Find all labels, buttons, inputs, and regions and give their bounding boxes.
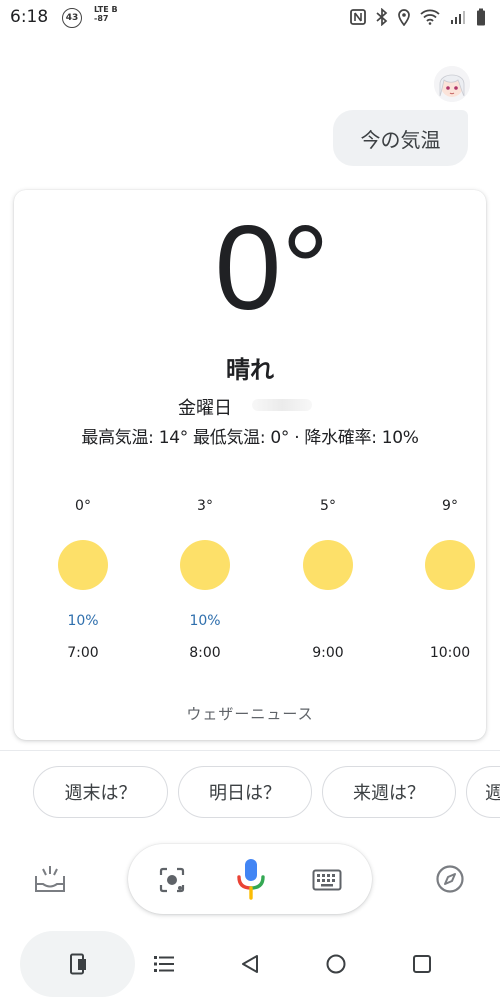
weather-day: 金曜日 (178, 398, 232, 419)
user-avatar[interactable] (434, 66, 470, 102)
hourly-temp: 3° (197, 498, 213, 514)
assistant-bar (0, 840, 500, 920)
suggestion-chip-weekend[interactable]: 週末は？ (33, 766, 168, 818)
assistant-input-pill (128, 844, 372, 914)
navigation-bar (0, 925, 500, 1000)
hourly-forecast: 0° 10% 7:00 3° 10% 8:00 5° 9:00 9° 10:00 (14, 498, 486, 668)
network-info: LTE B -87 (94, 5, 118, 23)
home-icon[interactable] (326, 954, 346, 974)
weather-source-link[interactable]: ウェザーニュース (14, 703, 486, 724)
weather-details: 最高気温: 14° 最低気温: 0° · 降水確率: 10% (81, 428, 419, 448)
hourly-item: 3° 10% 8:00 (160, 498, 250, 661)
phone-icon[interactable] (68, 953, 88, 975)
weather-condition: 晴れ (226, 356, 274, 384)
mic-icon[interactable] (236, 858, 266, 900)
hourly-time: 10:00 (429, 645, 471, 661)
hourly-temp: 5° (320, 498, 336, 514)
hourly-precip (283, 613, 373, 633)
user-query-bubble: 今の気温 (333, 110, 468, 166)
recents-icon[interactable] (412, 954, 432, 974)
network-type: LTE B (94, 5, 118, 14)
hourly-precip (405, 613, 495, 633)
day-blur-mark (252, 399, 312, 411)
lens-icon[interactable] (158, 866, 186, 894)
notification-count-badge: 43 (62, 8, 82, 28)
weather-card[interactable]: 0° 晴れ 金曜日 最高気温: 14° 最低気温: 0° · 降水確率: 10%… (14, 190, 486, 740)
updates-icon[interactable] (34, 864, 66, 894)
battery-icon (477, 8, 485, 26)
section-divider (0, 750, 500, 751)
back-icon[interactable] (240, 954, 260, 974)
status-icons (350, 8, 486, 26)
hourly-item: 9° 10:00 (405, 498, 495, 661)
suggestion-chip-more[interactable]: 週 (466, 766, 500, 818)
network-signal-value: -87 (94, 14, 109, 23)
hourly-precip: 10% (189, 613, 221, 629)
current-temperature: 0° (214, 201, 330, 335)
sun-icon (425, 540, 475, 590)
sun-icon (58, 540, 108, 590)
suggestion-chips: 週末は？ 明日は？ 来週は？ 週 (33, 766, 500, 820)
list-icon[interactable] (154, 956, 174, 972)
explore-icon[interactable] (435, 864, 465, 894)
hourly-temp: 9° (442, 498, 458, 514)
hourly-item: 5° 9:00 (283, 498, 373, 661)
query-text: 今の気温 (360, 127, 441, 152)
avatar-image (434, 66, 470, 102)
status-time: 6:18 (10, 7, 49, 27)
location-icon (398, 8, 410, 26)
nfc-icon (350, 9, 366, 25)
hourly-item: 0° 10% 7:00 (38, 498, 128, 661)
sun-icon (180, 540, 230, 590)
keyboard-icon[interactable] (312, 869, 342, 891)
bluetooth-icon (376, 8, 388, 26)
hourly-precip: 10% (67, 613, 99, 629)
suggestion-chip-tomorrow[interactable]: 明日は？ (178, 766, 312, 818)
suggestion-chip-next-week[interactable]: 来週は？ (322, 766, 456, 818)
signal-icon (451, 11, 465, 24)
hourly-time: 8:00 (189, 645, 221, 661)
sun-icon (303, 540, 353, 590)
wifi-icon (420, 9, 440, 25)
hourly-time: 9:00 (312, 645, 344, 661)
hourly-temp: 0° (75, 498, 91, 514)
status-bar: 6:18 43 LTE B -87 (0, 0, 500, 36)
hourly-time: 7:00 (67, 645, 99, 661)
